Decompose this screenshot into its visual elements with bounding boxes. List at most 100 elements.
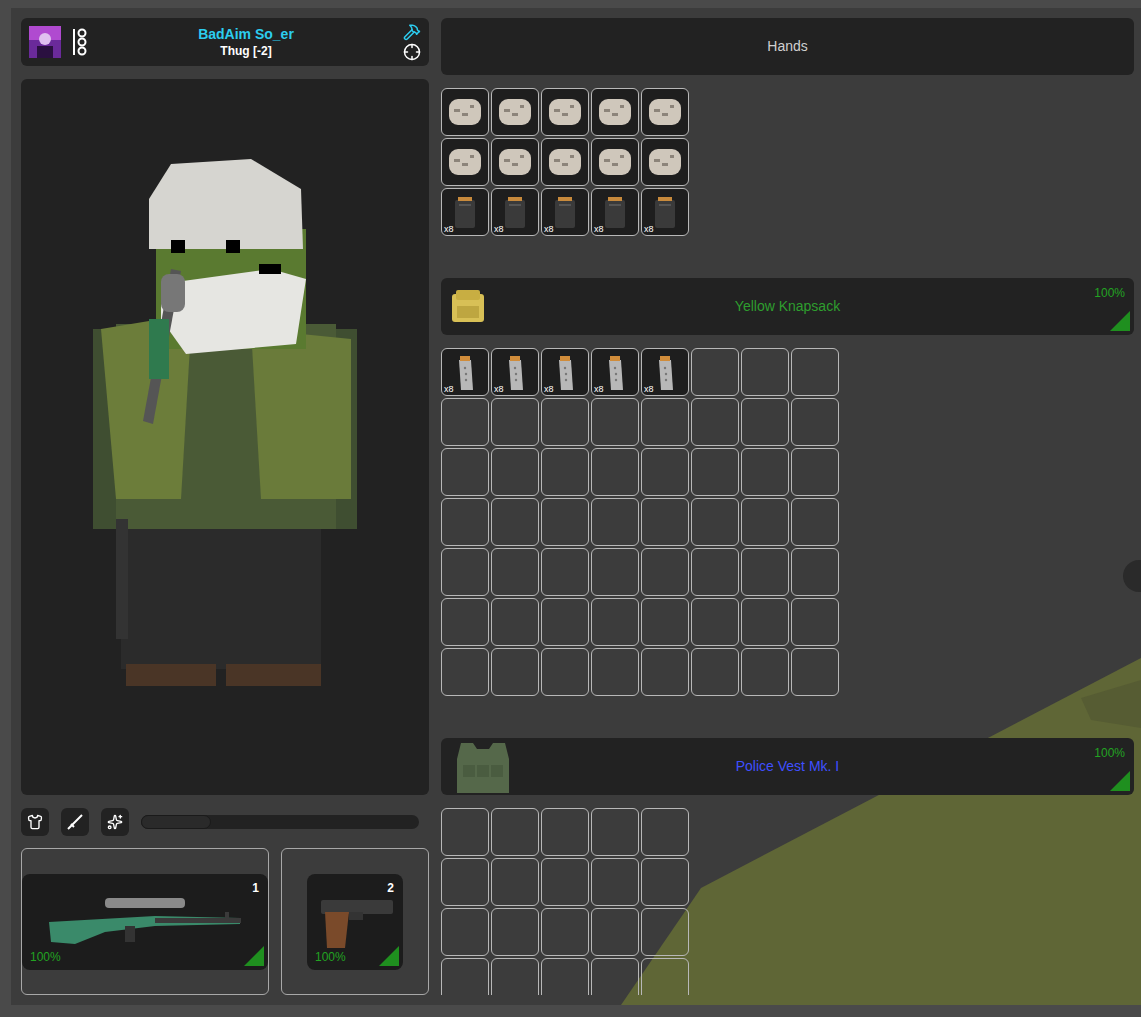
- inventory-slot[interactable]: [541, 398, 589, 446]
- hammer-icon[interactable]: [403, 23, 421, 41]
- inventory-slot[interactable]: [791, 448, 839, 496]
- inventory-slot[interactable]: [541, 858, 589, 906]
- inventory-slot[interactable]: [691, 648, 739, 696]
- inventory-slot[interactable]: [591, 498, 639, 546]
- inventory-slot[interactable]: [591, 548, 639, 596]
- inventory-slot[interactable]: [691, 548, 739, 596]
- inventory-slot[interactable]: [791, 648, 839, 696]
- inventory-slot[interactable]: [441, 498, 489, 546]
- inventory-slot[interactable]: [441, 138, 489, 186]
- inventory-slot[interactable]: [691, 348, 739, 396]
- inventory-slot[interactable]: [491, 448, 539, 496]
- inventory-slot[interactable]: [591, 858, 639, 906]
- character-preview[interactable]: [21, 79, 429, 795]
- inventory-slot[interactable]: [491, 88, 539, 136]
- inventory-slot[interactable]: x8: [641, 348, 689, 396]
- inventory-slot[interactable]: [541, 548, 589, 596]
- inventory-slot[interactable]: [641, 598, 689, 646]
- inventory-slot[interactable]: x8: [541, 348, 589, 396]
- clothing-button[interactable]: [21, 808, 49, 836]
- inventory-slot[interactable]: [641, 958, 689, 995]
- inventory-slot[interactable]: [741, 348, 789, 396]
- inventory-slot[interactable]: [641, 808, 689, 856]
- inventory-slot[interactable]: [441, 858, 489, 906]
- inventory-slot[interactable]: [541, 808, 589, 856]
- inventory-slot[interactable]: [491, 958, 539, 995]
- weapon-card[interactable]: 2100%: [307, 874, 403, 970]
- inventory-slot[interactable]: [441, 398, 489, 446]
- inventory-slot[interactable]: [791, 598, 839, 646]
- inventory-slot[interactable]: [741, 448, 789, 496]
- slider-thumb[interactable]: [141, 815, 211, 829]
- weapon-slot[interactable]: 2100%: [281, 848, 429, 995]
- inventory-slot[interactable]: [491, 858, 539, 906]
- inventory-slot[interactable]: [441, 548, 489, 596]
- inventory-slot[interactable]: [441, 448, 489, 496]
- inventory-slot[interactable]: [591, 598, 639, 646]
- effects-button[interactable]: [101, 808, 129, 836]
- inventory-slot[interactable]: [691, 448, 739, 496]
- inventory-slot[interactable]: [491, 138, 539, 186]
- inventory-slot[interactable]: [591, 908, 639, 956]
- inventory-slot[interactable]: x8: [441, 348, 489, 396]
- inventory-slot[interactable]: [641, 548, 689, 596]
- inventory-slot[interactable]: [441, 958, 489, 995]
- weapons-button[interactable]: [61, 808, 89, 836]
- inventory-slot[interactable]: [591, 808, 639, 856]
- inventory-slot[interactable]: [441, 88, 489, 136]
- weapon-card[interactable]: 1100%: [22, 874, 268, 970]
- inventory-slot[interactable]: [541, 88, 589, 136]
- inventory-slot[interactable]: [641, 648, 689, 696]
- inventory-slot[interactable]: [691, 598, 739, 646]
- inventory-slot[interactable]: [441, 648, 489, 696]
- inventory-slot[interactable]: [641, 88, 689, 136]
- inventory-slot[interactable]: [791, 548, 839, 596]
- inventory-slot[interactable]: [541, 448, 589, 496]
- inventory-slot[interactable]: [641, 858, 689, 906]
- inventory-slot[interactable]: [491, 398, 539, 446]
- inventory-slot[interactable]: [541, 908, 589, 956]
- inventory-slot[interactable]: [441, 598, 489, 646]
- inventory-slot[interactable]: [591, 648, 639, 696]
- inventory-slot[interactable]: [641, 498, 689, 546]
- inventory-slot[interactable]: x8: [591, 188, 639, 236]
- inventory-slot[interactable]: [491, 808, 539, 856]
- inventory-slot[interactable]: [491, 598, 539, 646]
- skills-icon[interactable]: [71, 27, 89, 57]
- inventory-slot[interactable]: x8: [541, 188, 589, 236]
- inventory-slot[interactable]: [741, 398, 789, 446]
- inventory-slot[interactable]: x8: [491, 188, 539, 236]
- inventory-slot[interactable]: [641, 908, 689, 956]
- inventory-slot[interactable]: [791, 498, 839, 546]
- inventory-slot[interactable]: [691, 498, 739, 546]
- zoom-slider[interactable]: [141, 815, 419, 829]
- inventory-slot[interactable]: [641, 138, 689, 186]
- inventory-slot[interactable]: x8: [491, 348, 539, 396]
- inventory-slot[interactable]: [441, 908, 489, 956]
- inventory-slot[interactable]: [591, 398, 639, 446]
- inventory-slot[interactable]: [641, 398, 689, 446]
- inventory-slot[interactable]: [741, 648, 789, 696]
- inventory-slot[interactable]: [741, 598, 789, 646]
- inventory-slot[interactable]: [591, 138, 639, 186]
- inventory-slot[interactable]: [591, 88, 639, 136]
- inventory-slot[interactable]: [541, 498, 589, 546]
- inventory-slot[interactable]: [441, 808, 489, 856]
- crosshair-icon[interactable]: [403, 43, 421, 61]
- inventory-slot[interactable]: [591, 958, 639, 995]
- inventory-slot[interactable]: [741, 548, 789, 596]
- inventory-slot[interactable]: [791, 398, 839, 446]
- avatar-icon[interactable]: [29, 26, 61, 58]
- inventory-slot[interactable]: x8: [641, 188, 689, 236]
- inventory-slot[interactable]: [741, 498, 789, 546]
- inventory-slot[interactable]: [791, 348, 839, 396]
- inventory-slot[interactable]: [541, 958, 589, 995]
- inventory-slot[interactable]: [641, 448, 689, 496]
- weapon-slot[interactable]: 1100%: [21, 848, 269, 995]
- inventory-slot[interactable]: x8: [441, 188, 489, 236]
- inventory-slot[interactable]: [491, 648, 539, 696]
- inventory-slot[interactable]: [491, 908, 539, 956]
- inventory-slot[interactable]: [691, 398, 739, 446]
- inventory-slot[interactable]: [591, 448, 639, 496]
- inventory-slot[interactable]: x8: [591, 348, 639, 396]
